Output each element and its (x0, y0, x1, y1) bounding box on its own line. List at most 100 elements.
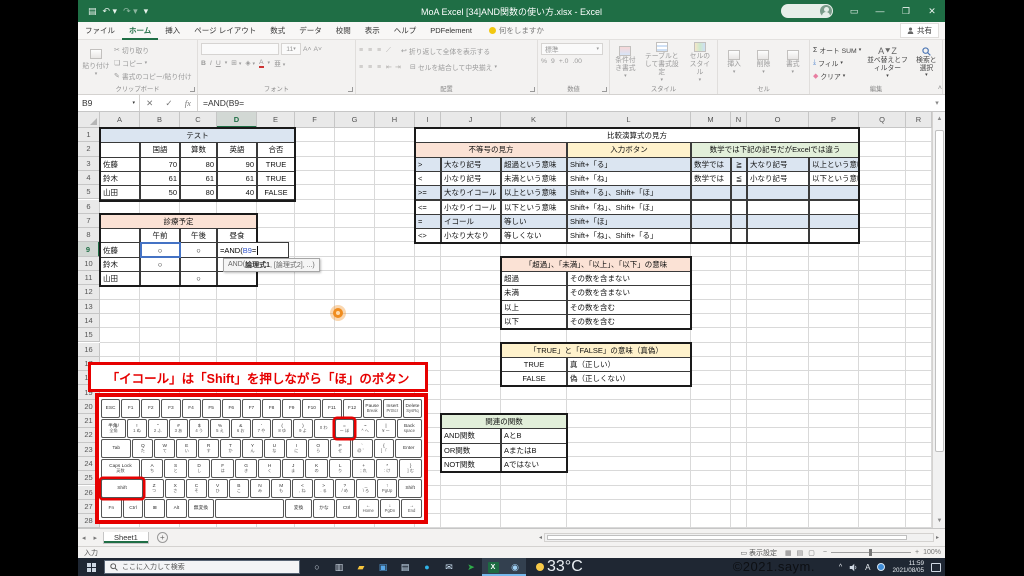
phonetic-icon[interactable]: 亜 ▾ (274, 58, 285, 68)
sheet-cell[interactable]: 診療予定 (100, 213, 257, 230)
column-header-B[interactable]: B (140, 112, 180, 128)
sheet-cell[interactable]: Shift+「る」、Shift+「ほ」 (567, 185, 691, 201)
ribbon-tab-挿入[interactable]: 挿入 (158, 22, 187, 40)
sheet-cell[interactable]: その数を含む (567, 299, 691, 315)
sheet-cell[interactable]: ○ (180, 242, 217, 258)
row-header-10[interactable]: 10 (78, 256, 100, 271)
row-header-13[interactable]: 13 (78, 299, 100, 314)
sheet-cell[interactable]: ≦ (731, 170, 747, 187)
sheet-cell[interactable] (809, 199, 859, 215)
sheet-cell[interactable] (809, 185, 859, 201)
ime-mode-indicator[interactable]: A (865, 563, 870, 572)
sheet-cell[interactable]: 「TRUE」と「FALSE」の意味（真偽） (501, 342, 691, 358)
column-header-M[interactable]: M (691, 112, 731, 128)
row-header-3[interactable]: 3 (78, 156, 100, 171)
sheet-cell[interactable]: ○ (140, 242, 180, 258)
clear-button[interactable]: ◆ クリア ▾ (813, 70, 861, 83)
cortana-icon[interactable]: ○ (306, 558, 328, 576)
speaker-icon[interactable] (849, 563, 858, 572)
sheet-cell[interactable]: ○ (180, 271, 217, 287)
column-header-L[interactable]: L (567, 112, 691, 128)
sheet-cell[interactable]: 以下という意味 (809, 170, 859, 187)
sheet-cell[interactable]: その数を含まない (567, 271, 691, 287)
sheet-cell[interactable]: 合否 (257, 142, 295, 158)
sheet-cell[interactable]: Shift+「ね」、Shift+「ほ」 (567, 199, 691, 215)
zoom-in-icon[interactable]: + (915, 549, 919, 556)
merge-center-button[interactable]: ⊟ セルを結合して中央揃え ▾ (410, 60, 497, 73)
select-all-corner[interactable] (78, 112, 100, 128)
sheet-cell[interactable] (180, 256, 217, 272)
sheet-cell[interactable]: 90 (217, 156, 257, 172)
row-header-7[interactable]: 7 (78, 213, 100, 229)
sheet-cell[interactable]: 50 (140, 185, 180, 201)
sheet-cell[interactable] (731, 199, 747, 215)
sheet-cell[interactable]: 61 (217, 170, 257, 187)
formula-input[interactable]: =AND(B9 = (198, 95, 929, 111)
ribbon-tab-データ[interactable]: データ (292, 22, 329, 40)
ribbon-tab-校閲[interactable]: 校閲 (329, 22, 358, 40)
ribbon-tab-数式[interactable]: 数式 (263, 22, 292, 40)
fill-button[interactable]: ⤓ フィル ▾ (813, 57, 861, 70)
format-painter-button[interactable]: ✎ 書式のコピー/貼り付け (114, 70, 192, 83)
alignment-dialog-launcher[interactable] (530, 87, 535, 92)
row-header-9[interactable]: 9 (78, 242, 100, 257)
orientation-icon[interactable]: ⟋ (386, 47, 395, 55)
paste-button[interactable]: 貼り付け ▾ (81, 42, 111, 84)
row-header-14[interactable]: 14 (78, 313, 100, 329)
column-header-I[interactable]: I (415, 112, 441, 128)
sheet-cell[interactable] (731, 213, 747, 230)
fill-color-icon[interactable]: ◈ ▾ (245, 59, 255, 67)
ribbon-display-options-icon[interactable]: ▭ (841, 0, 867, 22)
column-header-F[interactable]: F (295, 112, 335, 128)
sheet-cell[interactable]: 大なり記号 (747, 156, 809, 172)
account-button[interactable] (781, 4, 833, 18)
sheet-cell[interactable]: AとB (501, 428, 567, 444)
clipboard-dialog-launcher[interactable] (190, 87, 195, 92)
sheet-cell[interactable]: 算数 (180, 142, 217, 158)
sheet-cell[interactable]: 70 (140, 156, 180, 172)
sheet-cell[interactable] (140, 271, 180, 287)
sheet-cell[interactable]: 不等号の見方 (415, 142, 567, 158)
mail-icon[interactable]: ✉ (438, 558, 460, 576)
sheet-cell[interactable]: NOT関数 (441, 456, 501, 473)
sheet-cell[interactable]: AND関数 (441, 428, 501, 444)
sheet-cell[interactable]: FALSE (257, 185, 295, 201)
sheet-cell[interactable] (747, 185, 809, 201)
editing-cell[interactable]: =AND(B9 = (217, 242, 289, 258)
redo-icon[interactable]: ↷ ▾ (123, 6, 138, 17)
row-header-11[interactable]: 11 (78, 271, 100, 286)
sheet-cell[interactable]: Aではない (501, 456, 567, 473)
task-view-icon[interactable]: ▥ (328, 558, 350, 576)
sheet-cell[interactable]: ≧ (731, 156, 747, 172)
vertical-scrollbar-thumb[interactable] (934, 130, 944, 452)
sheet-cell[interactable]: Shift+「ほ」 (567, 213, 691, 230)
font-name-dropdown[interactable] (201, 43, 279, 55)
sheet-cell[interactable] (731, 228, 747, 244)
sheet-cell[interactable]: FALSE (501, 371, 567, 387)
ribbon-tab-PDFelement[interactable]: PDFelement (423, 22, 479, 40)
taskbar-search-input[interactable]: ここに入力して検索 (104, 560, 300, 574)
column-header-P[interactable]: P (809, 112, 859, 128)
sheet-cell[interactable]: TRUE (257, 170, 295, 187)
delete-cells-button[interactable]: 削除 ▾ (755, 42, 773, 84)
bold-button[interactable]: B (201, 60, 206, 67)
share-icon[interactable]: ➤ (460, 558, 482, 576)
sheet-cell[interactable]: 昼食 (217, 228, 257, 244)
sheet-cell[interactable] (100, 228, 140, 244)
sheet-cell[interactable] (747, 213, 809, 230)
undo-icon[interactable]: ↶ ▾ (103, 6, 118, 17)
wrap-text-button[interactable]: ↩ 折り返して全体を表示する (401, 44, 490, 57)
number-format-dropdown[interactable]: 標準 ▾ (541, 43, 603, 55)
sheet-cell[interactable]: 「超過」、「未満」、「以上」、「以下」の意味 (501, 256, 691, 272)
save-icon[interactable]: ▤ (88, 6, 97, 17)
taskbar-clock[interactable]: 11:59 2021/08/05 (892, 560, 924, 574)
sheet-cell[interactable]: 小なり記号 (747, 170, 809, 187)
action-center-icon[interactable] (931, 562, 941, 572)
sheet-cell[interactable]: 以下 (501, 313, 567, 330)
sheet-cell[interactable]: > (415, 156, 441, 172)
zoom-slider[interactable] (831, 549, 911, 556)
page-layout-view-icon[interactable]: ▤ (797, 549, 804, 557)
sheet-cell[interactable]: 61 (180, 170, 217, 187)
sheet-cell[interactable] (691, 199, 731, 215)
sheet-cell[interactable]: 佐藤 (100, 242, 140, 258)
